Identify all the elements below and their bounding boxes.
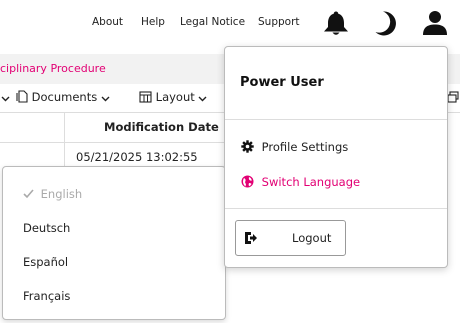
documents-dropdown[interactable]: Documents [16, 90, 110, 104]
top-navigation: About Help Legal Notice Support [0, 0, 460, 44]
chevron-down-icon [101, 96, 110, 102]
document-icon [16, 90, 28, 103]
globe-icon [241, 175, 254, 188]
moon-icon[interactable] [374, 10, 396, 40]
language-label: English [40, 187, 83, 201]
nav-legal-notice-link[interactable]: Legal Notice [180, 16, 245, 28]
logout-label: Logout [292, 231, 332, 245]
sign-out-icon [244, 230, 258, 249]
user-name: Power User [240, 75, 324, 90]
chevron-down-icon [1, 96, 10, 102]
bell-icon[interactable] [322, 10, 350, 40]
breadcrumb[interactable]: ciplinary Procedure [0, 62, 106, 75]
language-menu: English Deutsch Español Français [2, 166, 226, 320]
language-item-espanol[interactable]: Español [23, 255, 68, 269]
layout-label: Layout [155, 90, 195, 104]
menu-divider [225, 208, 447, 209]
menu-divider [225, 119, 447, 120]
chevron-down-icon [198, 96, 207, 102]
layout-dropdown[interactable]: Layout [139, 90, 207, 104]
language-item-english: English [23, 187, 82, 201]
user-icon[interactable] [422, 10, 448, 40]
column-header-label: Modification Date [104, 120, 219, 134]
switch-language-item[interactable]: Switch Language [241, 175, 360, 189]
checkmark-icon [23, 189, 34, 199]
language-item-francais[interactable]: Français [23, 289, 70, 303]
column-header-modification-date[interactable]: Modification Date [104, 120, 233, 134]
user-menu: Power User Profile Settings Switch Langu… [224, 46, 448, 268]
logout-button[interactable]: Logout [235, 220, 346, 256]
language-item-deutsch[interactable]: Deutsch [23, 221, 70, 235]
filter-dropdown-chevron[interactable] [1, 90, 10, 104]
profile-settings-item[interactable]: Profile Settings [241, 140, 348, 154]
table-cell-modification-date: 05/21/2025 13:02:55 [76, 150, 198, 164]
profile-settings-label: Profile Settings [261, 140, 349, 154]
documents-label: Documents [31, 90, 98, 104]
gear-icon [241, 140, 254, 153]
nav-help-link[interactable]: Help [141, 16, 165, 28]
window-icon[interactable] [447, 88, 459, 107]
switch-language-label: Switch Language [261, 175, 361, 189]
table-layout-icon [139, 91, 152, 103]
nav-support-link[interactable]: Support [258, 16, 300, 28]
nav-about-link[interactable]: About [92, 16, 123, 28]
column-divider [64, 112, 65, 170]
